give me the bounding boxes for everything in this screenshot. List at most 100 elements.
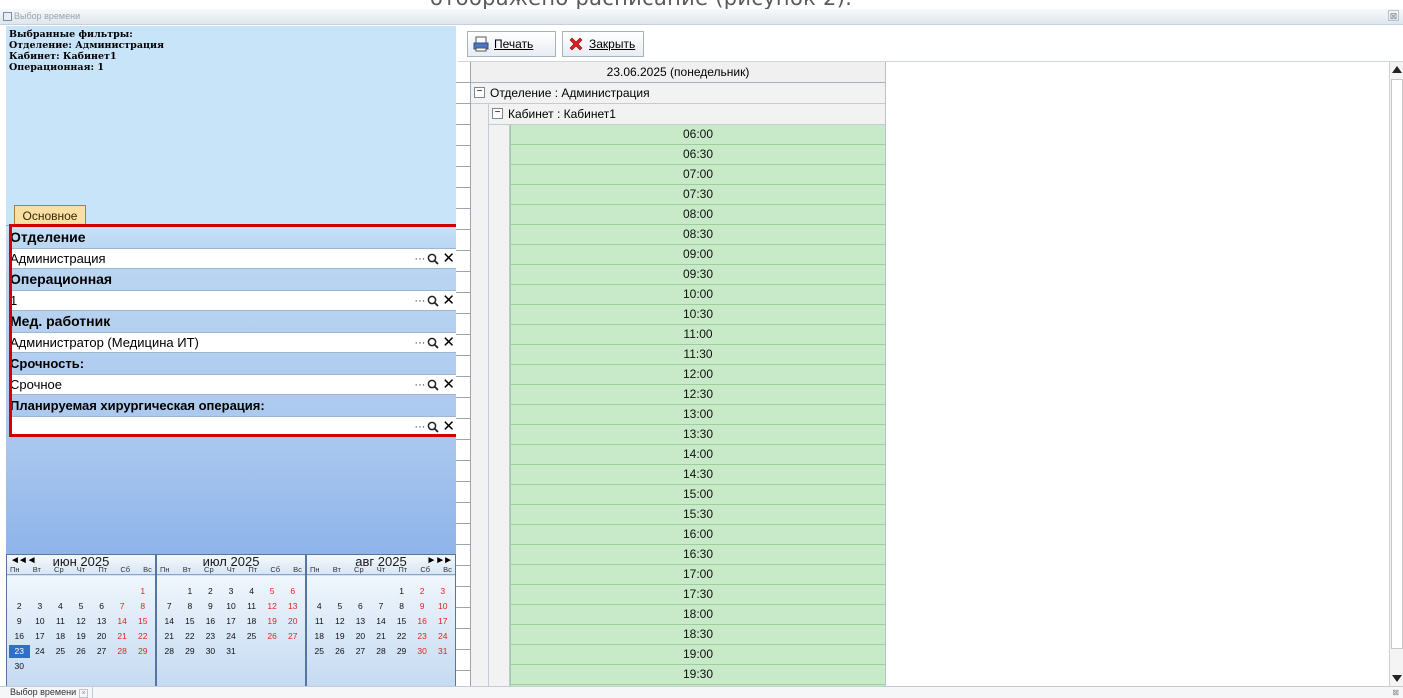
time-slot[interactable]: 07:00: [510, 165, 885, 185]
time-slot[interactable]: 15:30: [510, 505, 885, 525]
calendar-day[interactable]: 14: [112, 615, 133, 628]
calendar-day[interactable]: 24: [30, 645, 51, 658]
calendar-day[interactable]: 13: [282, 600, 303, 613]
time-slot[interactable]: 11:00: [510, 325, 885, 345]
calendar-day[interactable]: 1: [132, 585, 153, 598]
calendar-day[interactable]: 28: [112, 645, 133, 658]
time-slot[interactable]: 10:30: [510, 305, 885, 325]
ellipsis-button[interactable]: ···: [414, 418, 425, 436]
calendar-day[interactable]: 6: [282, 585, 303, 598]
calendar-day[interactable]: 20: [282, 615, 303, 628]
calendar-day[interactable]: 14: [159, 615, 180, 628]
calendar-day[interactable]: 25: [50, 645, 71, 658]
clear-icon[interactable]: ✕: [442, 376, 455, 394]
calendar-day[interactable]: 8: [180, 600, 201, 613]
time-slot[interactable]: 17:00: [510, 565, 885, 585]
time-slot[interactable]: 14:30: [510, 465, 885, 485]
collapse-icon[interactable]: −: [492, 108, 503, 119]
calendar-day[interactable]: 31: [221, 645, 242, 658]
calendar-day[interactable]: 6: [350, 600, 371, 613]
calendar-day[interactable]: 17: [221, 615, 242, 628]
calendar-day[interactable]: 2: [200, 585, 221, 598]
calendar-day[interactable]: 22: [132, 630, 153, 643]
calendar-day[interactable]: 1: [180, 585, 201, 598]
calendar-day[interactable]: 25: [241, 630, 262, 643]
cabinet-group-row[interactable]: − Кабинет : Кабинет1: [489, 104, 885, 125]
calendar-day[interactable]: 11: [309, 615, 330, 628]
calendar-day[interactable]: 30: [412, 645, 433, 658]
time-slot[interactable]: 18:00: [510, 605, 885, 625]
calendar-day[interactable]: 8: [391, 600, 412, 613]
urgency-field[interactable]: Срочное ··· ✕: [9, 374, 459, 395]
search-icon[interactable]: [427, 252, 440, 266]
calendar-day[interactable]: 30: [200, 645, 221, 658]
calendar-day[interactable]: 6: [91, 600, 112, 613]
calendar-day[interactable]: 23: [412, 630, 433, 643]
time-slot[interactable]: 13:30: [510, 425, 885, 445]
calendar-day[interactable]: 16: [200, 615, 221, 628]
calendar-day[interactable]: 14: [371, 615, 392, 628]
calendar-day[interactable]: 19: [330, 630, 351, 643]
calendar-day[interactable]: 13: [91, 615, 112, 628]
print-button[interactable]: Печать: [467, 31, 556, 57]
search-icon[interactable]: [427, 420, 440, 434]
calendar-day[interactable]: 26: [330, 645, 351, 658]
time-slot[interactable]: 12:00: [510, 365, 885, 385]
time-slot[interactable]: 17:30: [510, 585, 885, 605]
calendar-day[interactable]: 28: [159, 645, 180, 658]
time-slot[interactable]: 08:00: [510, 205, 885, 225]
calendar-day[interactable]: 10: [30, 615, 51, 628]
time-slot[interactable]: 15:00: [510, 485, 885, 505]
strip-close-icon[interactable]: ⊠: [1392, 688, 1399, 697]
calendar-day[interactable]: 18: [309, 630, 330, 643]
time-slot[interactable]: 19:00: [510, 645, 885, 665]
calendar-day[interactable]: 27: [282, 630, 303, 643]
calendar-day[interactable]: 3: [432, 585, 453, 598]
calendar-day[interactable]: 18: [50, 630, 71, 643]
calendar-day[interactable]: 24: [432, 630, 453, 643]
calendar-day[interactable]: 15: [391, 615, 412, 628]
calendar-day[interactable]: 20: [350, 630, 371, 643]
operating-room-field[interactable]: 1 ··· ✕: [9, 290, 459, 311]
calendar-day[interactable]: 26: [262, 630, 283, 643]
clear-icon[interactable]: ✕: [442, 334, 455, 352]
calendar-day[interactable]: 10: [432, 600, 453, 613]
collapse-icon[interactable]: −: [474, 87, 485, 98]
calendar-day[interactable]: 3: [30, 600, 51, 613]
calendar-day[interactable]: 19: [262, 615, 283, 628]
calendar-day[interactable]: 21: [159, 630, 180, 643]
time-slot[interactable]: 08:30: [510, 225, 885, 245]
scroll-down-icon[interactable]: [1392, 675, 1402, 682]
calendar-day[interactable]: 20: [91, 630, 112, 643]
calendar-day[interactable]: 9: [412, 600, 433, 613]
calendar-day[interactable]: 1: [391, 585, 412, 598]
calendar-day[interactable]: 12: [71, 615, 92, 628]
calendar-day[interactable]: 29: [180, 645, 201, 658]
calendar-day[interactable]: 5: [262, 585, 283, 598]
calendar-day[interactable]: 31: [432, 645, 453, 658]
calendar-day[interactable]: 29: [132, 645, 153, 658]
calendar-day[interactable]: 26: [71, 645, 92, 658]
calendar-day[interactable]: 4: [50, 600, 71, 613]
calendar-day[interactable]: 16: [412, 615, 433, 628]
calendar-day[interactable]: 17: [432, 615, 453, 628]
calendar-day[interactable]: 9: [200, 600, 221, 613]
search-icon[interactable]: [427, 294, 440, 308]
time-slot[interactable]: 16:30: [510, 545, 885, 565]
time-slot[interactable]: 19:30: [510, 665, 885, 685]
time-slot[interactable]: 18:30: [510, 625, 885, 645]
calendar-day[interactable]: 5: [330, 600, 351, 613]
calendar-day[interactable]: 7: [112, 600, 133, 613]
calendar-day[interactable]: 21: [371, 630, 392, 643]
scroll-thumb[interactable]: [1391, 79, 1403, 649]
ellipsis-button[interactable]: ···: [414, 334, 425, 352]
calendar-day[interactable]: 12: [262, 600, 283, 613]
close-button[interactable]: Закрыть: [562, 31, 644, 57]
selected-day[interactable]: 23: [9, 645, 30, 658]
time-slot[interactable]: 06:00: [510, 125, 885, 145]
time-slot[interactable]: 10:00: [510, 285, 885, 305]
calendar-day[interactable]: 4: [241, 585, 262, 598]
time-slot[interactable]: 11:30: [510, 345, 885, 365]
calendar-day[interactable]: 29: [391, 645, 412, 658]
calendar-day[interactable]: 21: [112, 630, 133, 643]
